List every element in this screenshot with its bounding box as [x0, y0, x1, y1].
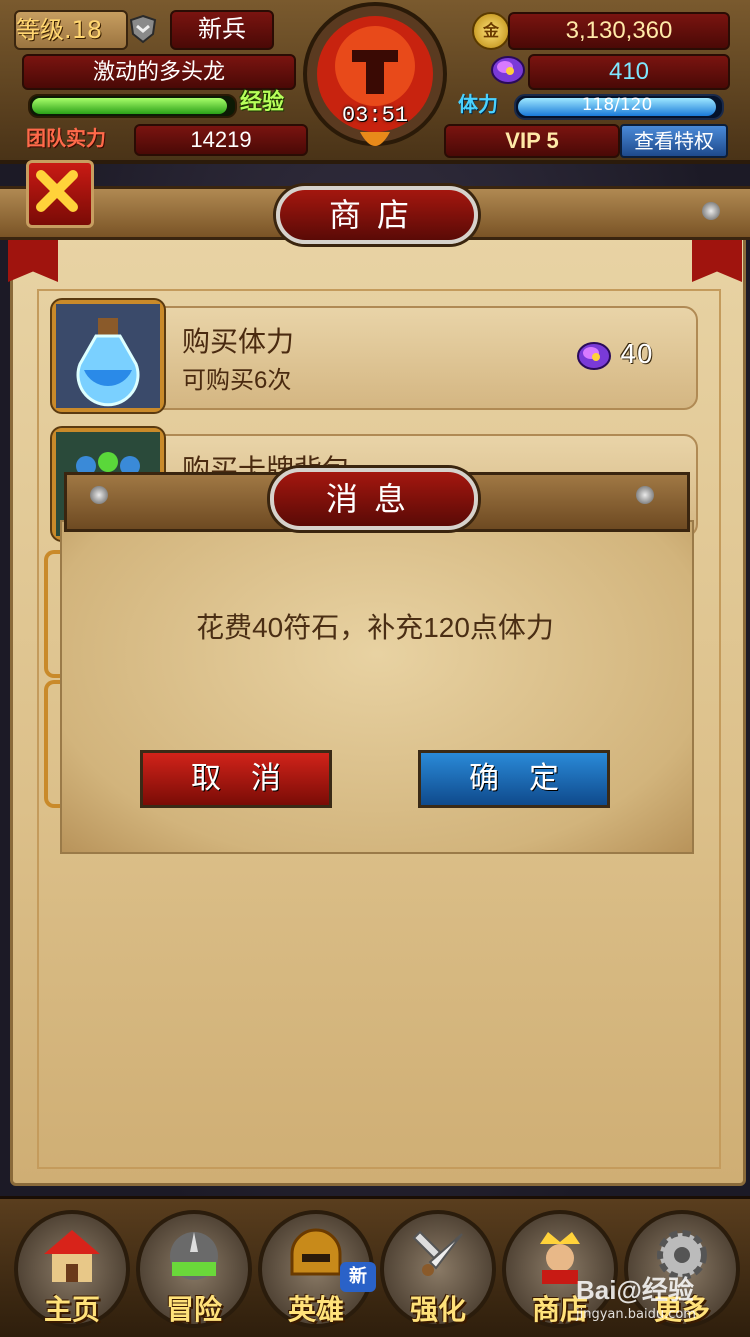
watermark-url: jingyan.baidu.com [576, 1307, 696, 1322]
rivet [702, 202, 720, 220]
nav-item-enhance[interactable]: 强化 [380, 1210, 496, 1328]
exp-label: 经验 [240, 90, 285, 115]
faction-emblem-icon [303, 2, 447, 146]
cancel-button[interactable]: 取消 [140, 750, 332, 808]
player-name: 激动的多头龙 [22, 54, 296, 90]
item-purchase-limit: 可购买6次 [182, 367, 292, 394]
close-icon [36, 170, 78, 212]
nav-label: 英雄 [287, 1294, 344, 1325]
confirm-button[interactable]: 确定 [418, 750, 610, 808]
stamina-value: 118/120 [581, 95, 653, 115]
rune-stone-icon [577, 342, 611, 370]
rivet [90, 486, 108, 504]
gem-amount: 410 [528, 54, 730, 90]
dialog-message: 花费40符石，补充120点体力 [196, 612, 554, 643]
team-power-label: 团队实力 [26, 126, 106, 150]
new-badge: 新 [340, 1262, 376, 1292]
hero-icon [290, 1228, 342, 1276]
shop-item-buy-stamina[interactable]: 购买体力 可购买6次 40 [150, 306, 698, 410]
stamina-label: 体力 [458, 92, 498, 116]
item-price: 40 [620, 340, 654, 370]
dialog-title: 消息 [270, 468, 478, 530]
nav-item-adventure[interactable]: 冒险 [136, 1210, 252, 1328]
team-power-value: 14219 [134, 124, 308, 156]
exp-bar-fill [32, 98, 227, 114]
close-button[interactable] [26, 160, 94, 228]
nav-item-home[interactable]: 主页 [14, 1210, 130, 1328]
countdown-timer: 03:51 [341, 103, 408, 128]
rank-shield-icon [129, 14, 157, 44]
nav-label: 冒险 [165, 1294, 222, 1325]
gold-coin-icon: 金 [472, 12, 510, 50]
view-privileges-button[interactable]: 查看特权 [620, 124, 728, 158]
exp-bar [28, 94, 237, 118]
rivet [636, 486, 654, 504]
adventure-icon [170, 1232, 218, 1280]
home-icon [44, 1230, 100, 1282]
gold-amount: 3,130,360 [508, 12, 730, 50]
shop-title: 商店 [276, 186, 478, 244]
enhance-icon [412, 1230, 463, 1276]
nav-label: 强化 [409, 1294, 466, 1325]
nav-label: 主页 [43, 1294, 100, 1325]
vip-level: VIP 5 [444, 124, 620, 158]
baidu-watermark: Bai@经验 jingyan.baidu.com [576, 1270, 746, 1326]
watermark-brand: Bai@经验 [576, 1275, 694, 1305]
level-label: 等级.18 [14, 10, 128, 50]
potion-icon [52, 300, 164, 412]
item-name: 购买体力 [182, 326, 295, 357]
rank-label: 新兵 [170, 10, 274, 50]
rune-stone-icon [491, 56, 525, 84]
